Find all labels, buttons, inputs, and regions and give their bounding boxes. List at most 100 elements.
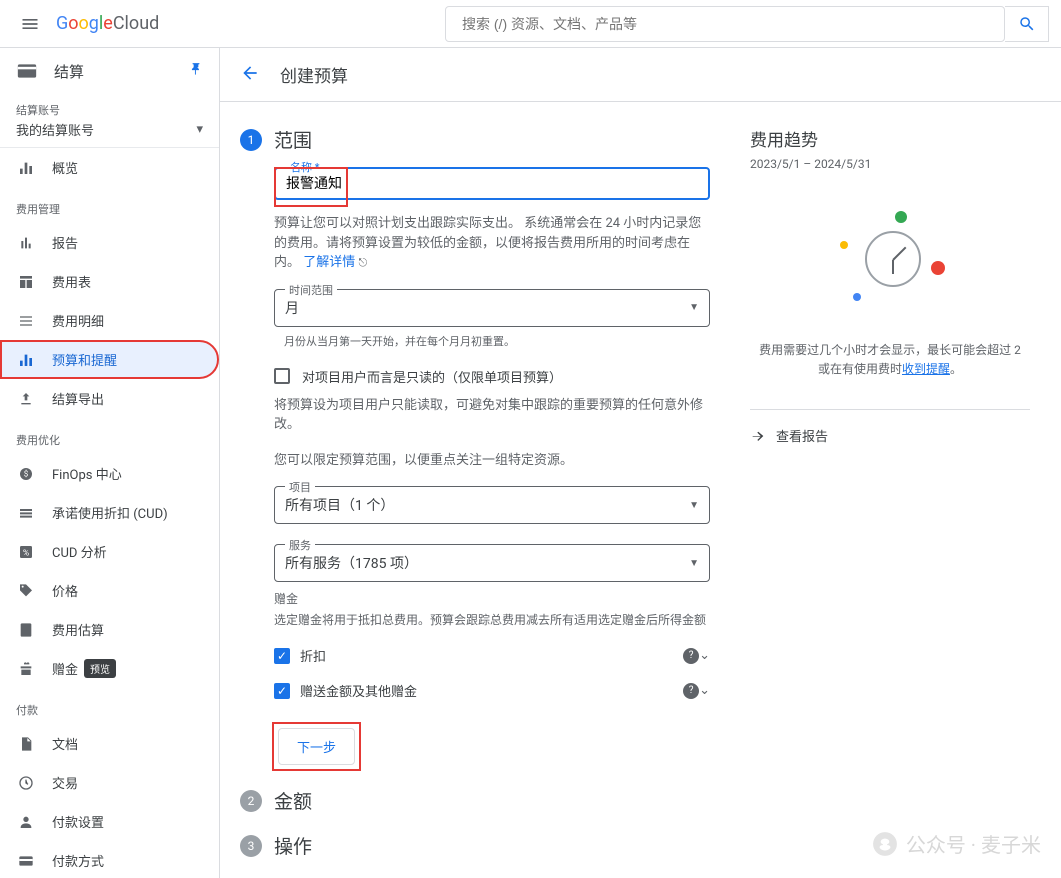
preview-badge: 预览 <box>84 659 116 678</box>
table-icon <box>16 274 36 290</box>
trend-title: 费用趋势 <box>750 126 1030 151</box>
trend-panel: 费用趋势 2023/5/1 – 2024/5/31 费用需要过几个小时才会显示，… <box>750 126 1030 878</box>
learn-more-link[interactable]: 了解详情 <box>303 255 355 270</box>
step-title-amount: 金额 <box>274 787 312 814</box>
project-label: 项目 <box>285 479 315 495</box>
search-input[interactable] <box>454 16 996 32</box>
step-number-3: 3 <box>240 835 262 857</box>
account-label: 结算账号 <box>16 102 203 118</box>
search-button[interactable] <box>1005 6 1049 42</box>
sidebar: 结算 结算账号 我的结算账号 ▾ 概览 费用管理 报告 费用表 <box>0 48 220 878</box>
hamburger-icon[interactable] <box>12 6 48 42</box>
step-actions: 3 操作 <box>240 832 710 859</box>
readonly-checkbox-row[interactable]: 对项目用户而言是只读的（仅限单项目预算） <box>274 367 710 386</box>
sidebar-item-cost-breakdown[interactable]: 费用明细 <box>0 301 219 340</box>
external-link-icon: ⎋ <box>359 256 368 269</box>
credits-label: 赠金 <box>274 590 710 607</box>
chevron-down-icon: ▼ <box>689 500 699 511</box>
svg-text:%: % <box>23 548 29 558</box>
time-range-label: 时间范围 <box>285 282 337 298</box>
sidebar-item-credits[interactable]: 赠金 预览 <box>0 649 219 688</box>
view-report-link[interactable]: 查看报告 <box>750 409 1030 445</box>
sidebar-item-cud-analysis[interactable]: % CUD 分析 <box>0 532 219 571</box>
list-icon <box>16 313 36 329</box>
step-title-scope: 范围 <box>274 126 312 153</box>
credits-desc: 选定赠金将用于抵扣总费用。预算会跟踪总费用减去所有适用选定赠金后所得金额 <box>274 611 710 628</box>
nav-group-optimization: 费用优化 <box>0 418 219 454</box>
sidebar-item-cud[interactable]: 承诺使用折扣 (CUD) <box>0 493 219 532</box>
sidebar-item-payment-settings[interactable]: 付款设置 <box>0 802 219 841</box>
chart-icon <box>16 235 36 251</box>
logo[interactable]: Google Cloud <box>56 13 159 34</box>
nav-group-payment: 付款 <box>0 688 219 724</box>
promo-checkbox[interactable]: ✓ <box>274 683 290 699</box>
top-header: Google Cloud <box>0 0 1061 48</box>
chevron-down-icon: ⌄ <box>699 648 710 663</box>
service-select[interactable]: 服务 所有服务（1785 项） ▼ <box>274 544 710 582</box>
sidebar-item-export[interactable]: 结算导出 <box>0 379 219 418</box>
watermark: 公众号 · 麦子米 <box>872 829 1041 858</box>
step-title-actions: 操作 <box>274 832 312 859</box>
pin-icon[interactable] <box>189 62 203 80</box>
step-amount: 2 金额 <box>240 787 710 814</box>
chevron-down-icon: ▼ <box>689 302 699 313</box>
project-select[interactable]: 项目 所有项目（1 个） ▼ <box>274 486 710 524</box>
search-box[interactable] <box>445 6 1005 42</box>
sidebar-item-reports[interactable]: 报告 <box>0 223 219 262</box>
page-header: 创建预算 <box>220 48 1061 102</box>
gift-icon <box>16 661 36 677</box>
name-field[interactable]: 名称 * <box>274 167 710 200</box>
name-input[interactable] <box>286 175 698 191</box>
discount-row[interactable]: ✓ 折扣 ? ⌄ <box>274 638 710 673</box>
doc-icon <box>16 736 36 752</box>
overview-icon <box>16 160 36 176</box>
person-icon <box>16 814 36 830</box>
sidebar-item-overview[interactable]: 概览 <box>0 148 219 187</box>
percent-icon: % <box>16 544 36 560</box>
sidebar-item-docs[interactable]: 文档 <box>0 724 219 763</box>
card-icon <box>16 853 36 869</box>
discount-checkbox[interactable]: ✓ <box>274 648 290 664</box>
budget-description: 预算让您可以对照计划支出跟踪实际支出。 系统通常会在 24 小时内记录您的费用。… <box>274 214 710 273</box>
sidebar-item-payment-method[interactable]: 付款方式 <box>0 841 219 878</box>
chevron-down-icon: ▼ <box>689 558 699 569</box>
cud-icon <box>16 505 36 521</box>
sidebar-item-transactions[interactable]: 交易 <box>0 763 219 802</box>
sidebar-item-cost-table[interactable]: 费用表 <box>0 262 219 301</box>
help-icon[interactable]: ? <box>683 683 699 699</box>
calculator-icon <box>16 622 36 638</box>
svg-text:$: $ <box>24 469 29 478</box>
next-button[interactable]: 下一步 <box>278 728 355 765</box>
name-label: 名称 * <box>286 159 323 175</box>
sidebar-item-pricing[interactable]: 价格 <box>0 571 219 610</box>
main-content: 创建预算 1 范围 名称 * 预算让您可以 <box>220 48 1061 878</box>
trend-note: 费用需要过几个小时才会显示，最长可能会超过 2 或在有使用费时收到提醒。 <box>750 341 1030 379</box>
sidebar-item-cost-estimate[interactable]: 费用估算 <box>0 610 219 649</box>
chevron-down-icon: ⌄ <box>699 683 710 698</box>
time-range-select[interactable]: 时间范围 月 ▼ <box>274 289 710 327</box>
time-range-hint: 月份从当月第一天开始，并在每个月月初重置。 <box>274 333 710 349</box>
chevron-down-icon: ▾ <box>196 122 203 137</box>
step-number-1: 1 <box>240 129 262 151</box>
sidebar-title: 结算 <box>0 48 219 94</box>
page-title: 创建预算 <box>280 62 348 87</box>
budget-icon <box>16 352 36 368</box>
back-button[interactable] <box>240 63 260 87</box>
step-scope: 1 范围 名称 * 预算让您可以对照计划支出跟踪实际支出。 系统通常会在 24 … <box>240 126 710 769</box>
clock-icon <box>16 775 36 791</box>
trend-alert-link[interactable]: 收到提醒 <box>902 362 950 376</box>
finops-icon: $ <box>16 466 36 482</box>
scope-desc: 您可以限定预算范围，以便重点关注一组特定资源。 <box>274 451 710 471</box>
readonly-checkbox[interactable] <box>274 368 290 384</box>
clock-illustration <box>835 201 945 311</box>
nav-group-cost: 费用管理 <box>0 187 219 223</box>
tag-icon <box>16 583 36 599</box>
promo-row[interactable]: ✓ 赠送金额及其他赠金 ? ⌄ <box>274 673 710 708</box>
export-icon <box>16 391 36 407</box>
sidebar-item-budgets[interactable]: 预算和提醒 <box>0 340 219 379</box>
help-icon[interactable]: ? <box>683 648 699 664</box>
service-label: 服务 <box>285 537 315 553</box>
sidebar-item-finops[interactable]: $ FinOps 中心 <box>0 454 219 493</box>
account-selector[interactable]: 结算账号 我的结算账号 ▾ <box>0 94 219 148</box>
trend-date-range: 2023/5/1 – 2024/5/31 <box>750 157 1030 171</box>
